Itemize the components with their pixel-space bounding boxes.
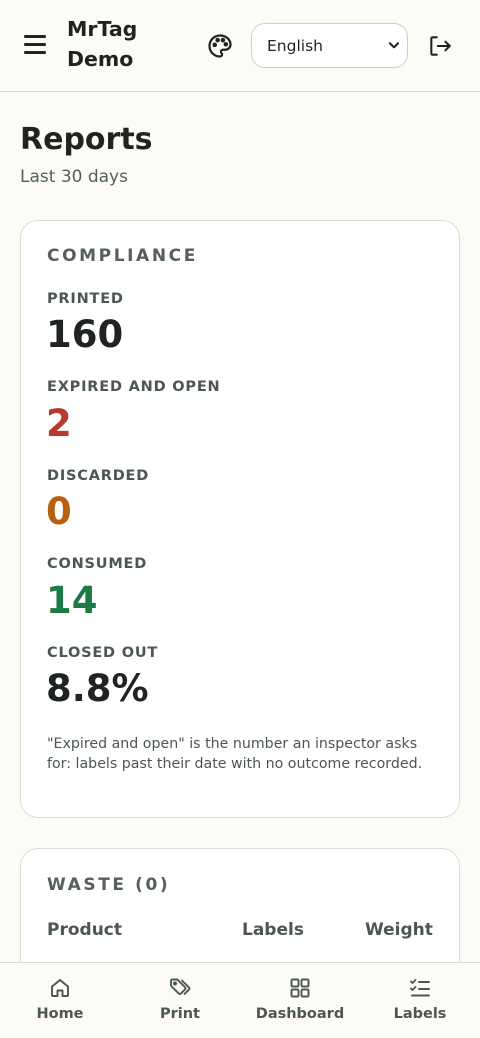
palette-icon bbox=[208, 34, 232, 58]
brand-line-1: MrTag bbox=[67, 17, 138, 41]
compliance-title: COMPLIANCE bbox=[47, 246, 198, 266]
consumed-value: 14 bbox=[46, 579, 98, 622]
column-header-product[interactable]: Product bbox=[47, 920, 122, 940]
menu-icon-bar bbox=[24, 43, 46, 46]
brand-line-2: Demo bbox=[67, 47, 134, 71]
page-title: Reports bbox=[20, 122, 153, 157]
nav-label-print: Print bbox=[159, 1006, 200, 1022]
closed-out-value: 8.8% bbox=[46, 667, 149, 710]
nav-label-home: Home bbox=[36, 1006, 84, 1022]
printed-value: 160 bbox=[46, 313, 124, 356]
printed-label: PRINTED bbox=[47, 291, 124, 307]
home-icon bbox=[51, 979, 69, 997]
nav-item-dashboard[interactable]: Dashboard bbox=[240, 963, 360, 1038]
column-header-weight[interactable]: Weight bbox=[365, 920, 433, 940]
closed-out-label: CLOSED OUT bbox=[47, 645, 159, 661]
nav-label-dashboard: Dashboard bbox=[255, 1006, 345, 1022]
compliance-note: "Expired and open" is the number an insp… bbox=[47, 736, 423, 772]
logout-icon bbox=[430, 36, 451, 56]
expired-open-label: EXPIRED AND OPEN bbox=[47, 379, 221, 395]
page-subtitle: Last 30 days bbox=[20, 167, 128, 187]
brand-name: MrTag Demo bbox=[67, 14, 137, 74]
menu-icon-bar bbox=[24, 51, 46, 54]
language-select[interactable]: English bbox=[251, 23, 408, 68]
chevron-down-icon bbox=[388, 42, 400, 49]
discarded-label: DISCARDED bbox=[47, 468, 150, 484]
theme-button[interactable] bbox=[206, 32, 234, 60]
nav-item-labels[interactable]: Labels bbox=[360, 963, 480, 1038]
nav-label-labels: Labels bbox=[393, 1006, 447, 1022]
menu-button[interactable] bbox=[24, 35, 48, 57]
menu-icon-bar bbox=[24, 35, 46, 38]
language-select-value: English bbox=[267, 36, 323, 55]
waste-title: WASTE (0) bbox=[47, 875, 171, 895]
tag-icon bbox=[170, 978, 191, 995]
checklist-icon bbox=[410, 979, 430, 997]
compliance-card: COMPLIANCE PRINTED 160 EXPIRED AND OPEN … bbox=[20, 220, 460, 818]
grid-icon bbox=[290, 978, 310, 998]
column-header-labels[interactable]: Labels bbox=[242, 920, 304, 940]
bottom-nav: Home Print Dashboard Labels bbox=[0, 962, 480, 1038]
discarded-value: 0 bbox=[46, 490, 72, 533]
logout-button[interactable] bbox=[427, 33, 453, 59]
expired-open-value: 2 bbox=[46, 402, 72, 445]
nav-item-home[interactable]: Home bbox=[0, 963, 120, 1038]
consumed-label: CONSUMED bbox=[47, 556, 148, 572]
app-header: MrTag Demo English bbox=[0, 0, 480, 92]
nav-item-print[interactable]: Print bbox=[120, 963, 240, 1038]
